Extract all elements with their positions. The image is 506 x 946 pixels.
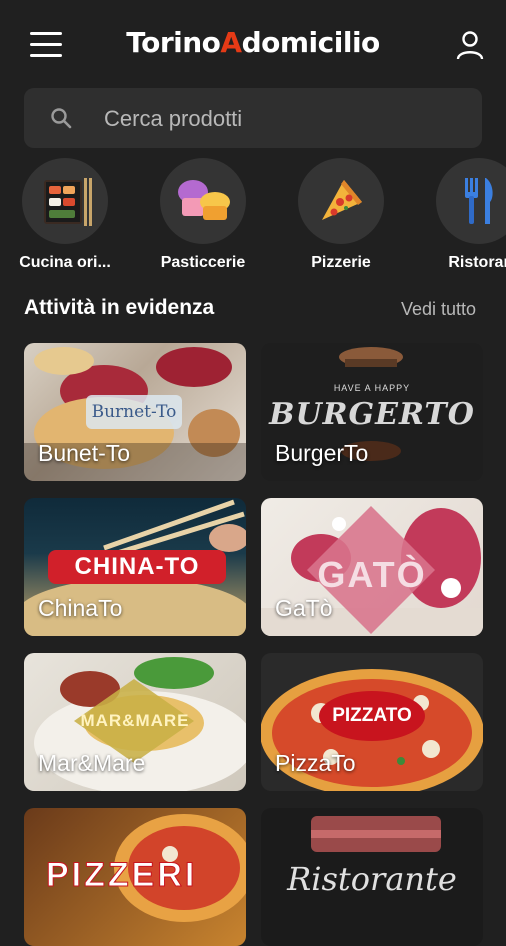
card-logo: Burnet-To	[86, 395, 182, 429]
search-icon	[51, 108, 72, 129]
see-all-link[interactable]: Vedi tutto	[401, 299, 476, 320]
card-logo: MAR&MARE	[80, 711, 190, 730]
category-pizzerie[interactable]: Pizzerie	[276, 158, 406, 272]
search-bar[interactable]	[24, 88, 482, 148]
section-title: Attività in evidenza	[24, 296, 215, 319]
category-carousel[interactable]: Cucina ori... Pasticcerie Pizzerie Risto…	[0, 158, 506, 278]
store-card-gato[interactable]: GATÒ GaTò	[261, 498, 483, 636]
category-label: Pizzerie	[311, 254, 371, 271]
card-logo: CHINA-TO	[48, 550, 226, 584]
store-card-mar-mare[interactable]: MAR&MARE Mar&Mare	[24, 653, 246, 791]
user-account-icon[interactable]	[456, 30, 484, 60]
card-logo: GATÒ	[317, 554, 427, 595]
search-input[interactable]	[102, 100, 466, 138]
card-title: GaTò	[275, 595, 333, 621]
store-card-pizzeria[interactable]: PIZZERI	[24, 808, 246, 946]
card-title: ChinaTo	[38, 595, 123, 621]
category-label: Pasticcerie	[160, 254, 246, 271]
category-icon-circle	[22, 158, 108, 244]
category-icon-circle	[436, 158, 506, 244]
store-card-pizzato[interactable]: PIZZATO PizzaTo	[261, 653, 483, 791]
cupcake-icon	[178, 180, 230, 220]
card-tagline: HAVE A HAPPY	[333, 383, 411, 393]
category-label: Ristorar	[448, 254, 506, 271]
category-label: Cucina ori...	[19, 254, 111, 271]
card-logo: PIZZATO	[319, 691, 425, 741]
card-logo: PIZZERI	[45, 856, 198, 895]
category-ristoranti[interactable]: Ristorar	[414, 158, 506, 272]
card-logo: BURGERTO	[269, 397, 475, 432]
top-bar: TorinoAdomicilio	[0, 0, 506, 88]
sushi-icon	[44, 178, 92, 226]
brand-text-left: Torino	[126, 26, 221, 59]
category-pasticcerie[interactable]: Pasticcerie	[138, 158, 268, 272]
store-card-burgerto[interactable]: HAVE A HAPPY BURGERTO BurgerTo	[261, 343, 483, 481]
pizza-slice-icon	[322, 180, 362, 220]
card-title: Bunet-To	[38, 440, 131, 466]
brand-text-right: domicilio	[241, 26, 381, 59]
card-title: Mar&Mare	[38, 750, 146, 776]
store-card-bunet-to[interactable]: Burnet-To Bunet-To	[24, 343, 246, 481]
card-title: BurgerTo	[275, 440, 369, 466]
featured-section-header: Attività in evidenza Vedi tutto	[24, 296, 482, 326]
category-cucina-orientale[interactable]: Cucina ori...	[0, 158, 130, 272]
card-logo: Ristorante	[287, 860, 457, 898]
app-logo: TorinoAdomicilio	[0, 26, 506, 59]
category-icon-circle	[160, 158, 246, 244]
store-card-ristorante[interactable]: Ristorante	[261, 808, 483, 946]
brand-text-accent: A	[220, 26, 242, 59]
category-icon-circle	[298, 158, 384, 244]
cutlery-icon	[465, 178, 493, 224]
store-card-chinato[interactable]: CHINA-TO ChinaTo	[24, 498, 246, 636]
card-title: PizzaTo	[275, 750, 356, 776]
